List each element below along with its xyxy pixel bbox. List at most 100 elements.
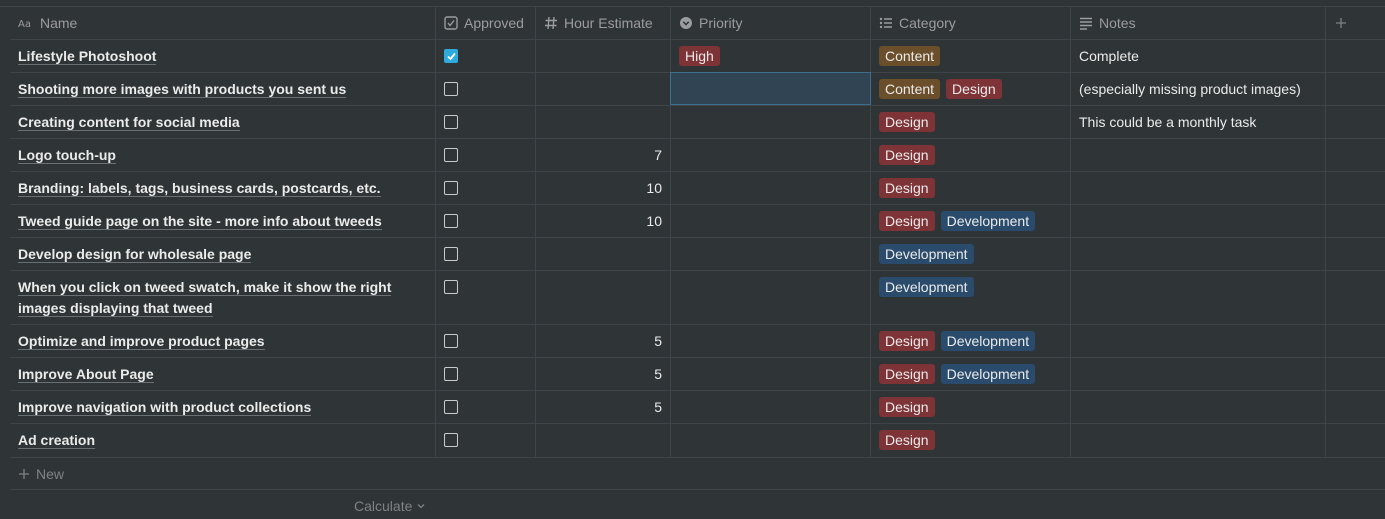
approved-checkbox[interactable] — [444, 400, 458, 414]
category-tags[interactable]: Design — [879, 145, 941, 165]
approved-checkbox[interactable] — [444, 82, 458, 96]
notes-value[interactable]: This could be a monthly task — [1079, 114, 1256, 130]
approved-checkbox[interactable] — [444, 367, 458, 381]
row-name[interactable]: Optimize and improve product pages — [18, 331, 418, 352]
row-divider — [10, 105, 1385, 106]
category-tags[interactable]: Design Development — [879, 364, 1041, 384]
column-header-label: Name — [40, 15, 78, 31]
category-tag-design: Design — [879, 112, 935, 132]
notes-value[interactable]: Complete — [1079, 48, 1139, 64]
number-property-icon — [545, 16, 557, 30]
approved-checkbox[interactable] — [444, 247, 458, 261]
row-divider — [10, 237, 1385, 238]
row-name[interactable]: Improve About Page — [18, 364, 418, 385]
approved-checkbox[interactable] — [444, 115, 458, 129]
row-divider — [10, 457, 1385, 458]
row-name[interactable]: When you click on tweed swatch, make it … — [18, 277, 408, 319]
hour-estimate-value[interactable]: 5 — [540, 366, 662, 382]
priority-tag-high: High — [679, 46, 720, 66]
category-tags[interactable]: Design Development — [879, 331, 1041, 351]
add-column-button[interactable] — [1326, 7, 1356, 39]
notes-value[interactable]: (especially missing product images) — [1079, 81, 1301, 97]
text-lines-property-icon — [1080, 17, 1092, 30]
column-header-category[interactable]: Category — [871, 7, 1070, 39]
chevron-down-icon — [417, 504, 425, 509]
category-tags[interactable]: Design — [879, 397, 941, 417]
row-divider — [10, 138, 1385, 139]
approved-checkbox[interactable] — [444, 433, 458, 447]
checkmark-icon — [447, 52, 456, 61]
approved-checkbox[interactable] — [444, 280, 458, 294]
column-header-label: Category — [899, 15, 956, 31]
multi-select-property-icon — [879, 17, 892, 29]
category-tags[interactable]: Design — [879, 178, 941, 198]
category-tag-design: Design — [879, 364, 935, 384]
plus-icon — [1336, 18, 1346, 28]
row-name[interactable]: Improve navigation with product collecti… — [18, 397, 418, 418]
calculate-button[interactable]: Calculate — [354, 498, 426, 514]
row-name[interactable]: Branding: labels, tags, business cards, … — [18, 178, 418, 199]
row-divider — [10, 390, 1385, 391]
approved-checkbox[interactable] — [444, 181, 458, 195]
category-tag-design: Design — [879, 178, 935, 198]
category-tag-content: Content — [879, 46, 941, 66]
column-header-priority[interactable]: Priority — [671, 7, 870, 39]
category-tags[interactable]: Development — [879, 277, 980, 297]
row-name[interactable]: Shooting more images with products you s… — [18, 79, 418, 100]
category-tag-development: Development — [940, 364, 1036, 384]
approved-checkbox[interactable] — [444, 49, 458, 63]
category-tag-development: Development — [940, 331, 1036, 351]
category-tags[interactable]: Content Design — [879, 79, 1008, 99]
category-tag-design: Design — [879, 211, 935, 231]
approved-checkbox[interactable] — [444, 334, 458, 348]
approved-checkbox[interactable] — [444, 214, 458, 228]
category-tag-design: Design — [879, 145, 935, 165]
row-name[interactable]: Creating content for social media — [18, 112, 418, 133]
column-header-label: Priority — [699, 15, 743, 31]
hour-estimate-value[interactable]: 5 — [540, 399, 662, 415]
row-divider — [10, 423, 1385, 424]
row-name[interactable]: Lifestyle Photoshoot — [18, 46, 418, 67]
category-tags[interactable]: Content — [879, 46, 946, 66]
row-name[interactable]: Tweed guide page on the site - more info… — [18, 211, 418, 232]
row-divider — [10, 270, 1385, 271]
column-header-name[interactable]: Aa Name — [10, 7, 435, 39]
hour-estimate-value[interactable]: 10 — [540, 180, 662, 196]
svg-text:Aa: Aa — [18, 19, 31, 29]
category-tag-content: Content — [879, 79, 941, 99]
column-header-label: Notes — [1099, 15, 1136, 31]
category-tag-design: Design — [879, 331, 935, 351]
new-row-label: New — [36, 466, 65, 482]
column-header-label: Hour Estimate — [564, 15, 653, 31]
hour-estimate-value[interactable]: 5 — [540, 333, 662, 349]
database-table: Aa Name Approved Hour Estimate Priority … — [0, 0, 1385, 519]
row-divider — [10, 324, 1385, 325]
category-tags[interactable]: Design — [879, 112, 941, 132]
column-header-approved[interactable]: Approved — [436, 7, 535, 39]
approved-checkbox[interactable] — [444, 148, 458, 162]
column-header-notes[interactable]: Notes — [1071, 7, 1325, 39]
row-name[interactable]: Ad creation — [18, 430, 418, 451]
priority-cell-selected[interactable] — [670, 72, 871, 105]
new-row-button[interactable]: New — [18, 466, 64, 482]
row-divider — [10, 171, 1385, 172]
column-header-hour-estimate[interactable]: Hour Estimate — [536, 7, 670, 39]
category-tags[interactable]: Development — [879, 244, 980, 264]
category-tags[interactable]: Design Development — [879, 211, 1041, 231]
row-name[interactable]: Develop design for wholesale page — [18, 244, 418, 265]
checkbox-property-icon — [444, 16, 458, 30]
category-tag-design: Design — [946, 79, 1002, 99]
row-name[interactable]: Logo touch-up — [18, 145, 418, 166]
category-tag-design: Design — [879, 430, 935, 450]
row-divider — [10, 204, 1385, 205]
calculate-label: Calculate — [354, 498, 413, 514]
category-tags[interactable]: Design — [879, 430, 941, 450]
priority-tags[interactable]: High — [679, 46, 726, 66]
hour-estimate-value[interactable]: 10 — [540, 213, 662, 229]
hour-estimate-value[interactable]: 7 — [540, 147, 662, 163]
text-property-icon: Aa — [18, 19, 31, 29]
category-tag-development: Development — [940, 211, 1036, 231]
select-property-icon — [680, 17, 692, 29]
row-divider — [10, 489, 1385, 490]
column-header-label: Approved — [464, 15, 524, 31]
